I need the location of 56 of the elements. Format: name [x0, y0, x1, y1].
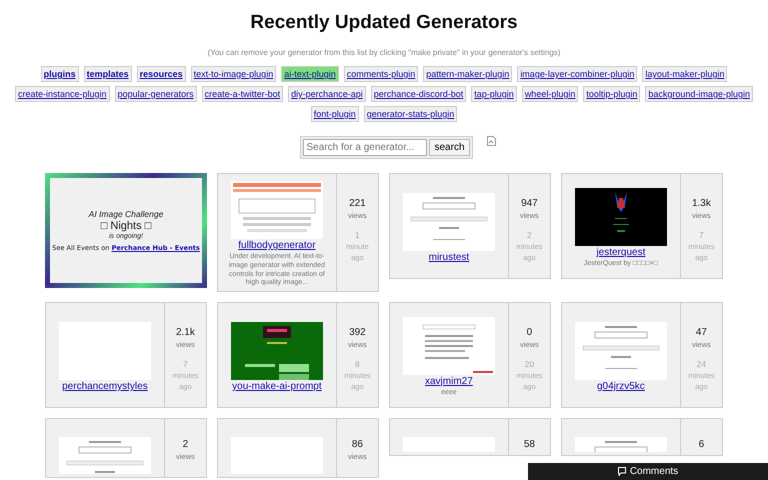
generator-link[interactable]: g04jrzv5kc — [597, 381, 645, 392]
broken-image-icon — [486, 136, 496, 146]
generator-link[interactable]: you-make-ai-prompt — [232, 381, 322, 392]
generator-link[interactable]: fullbodygenerator — [238, 240, 316, 251]
generator-link[interactable]: mirustest — [428, 252, 470, 263]
tag-link[interactable]: resources — [136, 66, 186, 82]
tag-link[interactable]: generator-stats-plugin — [364, 106, 458, 122]
generator-card[interactable]: 6 — [561, 418, 723, 456]
search-field[interactable]: Search for a generator... — [303, 139, 428, 156]
tag-link[interactable]: perchance-discord-bot — [370, 86, 466, 102]
generator-link[interactable]: jesterquest — [596, 246, 646, 258]
comments-button[interactable]: Comments — [528, 463, 768, 480]
tag-link[interactable]: create-a-twitter-bot — [202, 86, 284, 102]
time-value: 8 — [355, 359, 360, 369]
time-value: 24 — [696, 359, 706, 369]
tag-link[interactable]: tooltip-plugin — [583, 86, 640, 102]
tag-link[interactable]: comments-plugin — [344, 66, 418, 82]
tag-link[interactable]: image-layer-combiner-plugin — [517, 66, 638, 82]
tag-link[interactable]: create-instance-plugin — [15, 86, 110, 102]
event-name: □ Nights □ — [100, 220, 152, 232]
time-value: 20 — [524, 359, 534, 369]
view-count: 1.3k — [692, 198, 711, 209]
time-value: 2 — [527, 230, 532, 240]
tag-link[interactable]: layout-maker-plugin — [642, 66, 728, 82]
comment-icon — [618, 467, 626, 476]
view-count: 2 — [182, 439, 188, 450]
tag-link[interactable]: plugins — [40, 66, 79, 82]
generator-link[interactable]: xavjmim27 — [425, 376, 473, 387]
tag-link[interactable]: background-image-plugin — [645, 86, 753, 102]
tag-link[interactable]: wheel-plugin — [522, 86, 578, 102]
time-value: 7 — [699, 230, 704, 240]
view-count: 6 — [698, 439, 704, 450]
tag-link[interactable]: popular-generators — [114, 86, 197, 102]
view-count: 221 — [349, 198, 366, 209]
view-count: 0 — [526, 327, 532, 338]
tag-link[interactable]: text-to-image-plugin — [190, 66, 276, 82]
view-count: 2.1k — [176, 327, 195, 338]
generator-card[interactable]: 58 — [389, 418, 551, 456]
view-count: 947 — [521, 198, 538, 209]
tag-link[interactable]: templates — [84, 66, 132, 82]
tag-link[interactable]: pattern-maker-plugin — [423, 66, 512, 82]
tag-link[interactable]: font-plugin — [310, 106, 359, 122]
view-count: 47 — [696, 327, 707, 338]
event-heading: AI Image Challenge — [88, 209, 164, 219]
generator-link[interactable]: perchancemystyles — [62, 381, 148, 392]
time-value: 1 — [355, 230, 360, 240]
view-count: 392 — [349, 327, 366, 338]
subtitle-note: (You can remove your generator from this list by clicking "make private" in your generator's settings) — [206, 48, 562, 57]
view-count: 58 — [524, 439, 535, 450]
tag-link[interactable]: tap-plugin — [471, 86, 517, 102]
page-title: Recently Updated Generators — [249, 12, 519, 34]
time-value: 7 — [183, 359, 188, 369]
view-count: 86 — [352, 439, 363, 450]
tag-link[interactable]: ai-text-plugin — [281, 66, 339, 82]
search-button[interactable]: search — [429, 139, 470, 156]
tag-link[interactable]: diy-perchance-api — [288, 86, 366, 102]
